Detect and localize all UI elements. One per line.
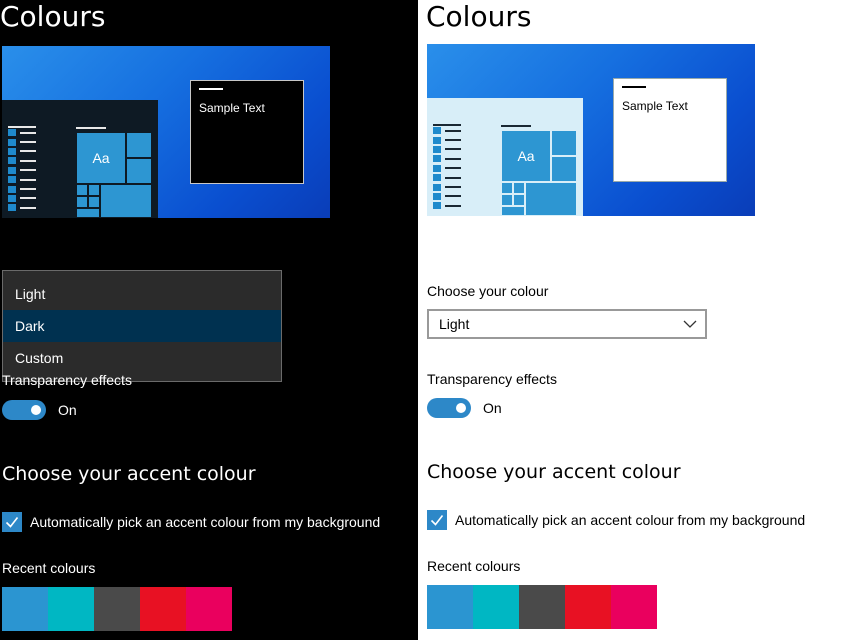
- preview-tile: [551, 156, 577, 182]
- recent-colour-swatch-4[interactable]: [565, 585, 611, 629]
- preview-sample-text: Sample Text: [199, 101, 265, 115]
- preview-tile: [501, 206, 525, 216]
- preview-menu-row: [433, 145, 469, 154]
- preview-tile: [76, 184, 88, 196]
- recent-colour-swatch-3[interactable]: [94, 587, 140, 631]
- transparency-state-label: On: [58, 402, 77, 418]
- preview-tile-aa: Aa: [501, 130, 551, 182]
- preview-menu-row: [433, 173, 469, 182]
- dark-theme-panel: Colours Aa Sample Text Light Dark Custom…: [0, 0, 418, 640]
- recent-colour-swatch-2[interactable]: [473, 585, 519, 629]
- dropdown-option-light[interactable]: Light: [3, 278, 281, 310]
- preview-tile: [88, 184, 100, 196]
- preview-start-menu: Aa: [2, 100, 158, 218]
- preview-sample-window: Sample Text: [613, 78, 727, 182]
- preview-menu-row: [8, 147, 44, 156]
- preview-menu-row: [433, 154, 469, 163]
- preview-tiles-header-line: [501, 125, 531, 127]
- recent-colour-swatch-1[interactable]: [2, 587, 48, 631]
- transparency-label: Transparency effects: [2, 372, 132, 388]
- colour-dropdown-list[interactable]: Light Dark Custom: [2, 270, 282, 382]
- light-theme-panel: Colours Aa Sample Text Choose your colou…: [418, 0, 860, 640]
- recent-colours-label: Recent colours: [2, 560, 96, 576]
- transparency-toggle[interactable]: [427, 398, 471, 418]
- preview-tile: [551, 130, 577, 156]
- preview-tile: [513, 194, 525, 206]
- preview-tiles: Aa: [76, 132, 152, 218]
- auto-accent-checkbox[interactable]: [427, 510, 447, 530]
- preview-menu-row: [8, 128, 44, 137]
- preview-tiles-header-line: [76, 127, 106, 129]
- preview-tile-aa: Aa: [76, 132, 126, 184]
- colour-select[interactable]: Light: [427, 309, 707, 339]
- auto-accent-checkbox[interactable]: [2, 512, 22, 532]
- preview-tile: [525, 182, 577, 216]
- chevron-down-icon: [683, 320, 697, 328]
- preview-tile: [126, 158, 152, 184]
- preview-tile: [501, 182, 513, 194]
- preview-menu-row: [433, 164, 469, 173]
- colour-select-value: Light: [439, 316, 470, 332]
- toggle-knob: [31, 405, 41, 415]
- preview-menu-row: [8, 156, 44, 165]
- recent-colour-swatch-2[interactable]: [48, 587, 94, 631]
- accent-heading: Choose your accent colour: [427, 461, 681, 483]
- transparency-toggle[interactable]: [2, 400, 46, 420]
- recent-colour-swatch-5[interactable]: [611, 585, 657, 629]
- preview-menu-row: [8, 137, 44, 146]
- preview-menu-row: [8, 203, 44, 212]
- recent-colours-label: Recent colours: [427, 558, 521, 574]
- preview-sample-title-line: [622, 86, 646, 88]
- preview-tiles: Aa: [501, 130, 577, 216]
- preview-tile: [513, 182, 525, 194]
- checkmark-icon: [430, 515, 444, 526]
- preview-menu-row: [433, 182, 469, 191]
- page-title: Colours: [426, 0, 532, 33]
- preview-menu-row: [433, 135, 469, 144]
- preview-tile: [76, 208, 100, 218]
- dropdown-option-dark[interactable]: Dark: [3, 310, 281, 342]
- dropdown-option-custom[interactable]: Custom: [3, 342, 281, 374]
- preview-sample-window: Sample Text: [190, 80, 304, 184]
- auto-accent-label[interactable]: Automatically pick an accent colour from…: [455, 512, 805, 528]
- auto-accent-label[interactable]: Automatically pick an accent colour from…: [30, 514, 380, 530]
- preview-tile: [88, 196, 100, 208]
- transparency-label: Transparency effects: [427, 371, 557, 387]
- preview-tile: [100, 184, 152, 218]
- preview-menu-row: [433, 201, 469, 210]
- preview-sample-text: Sample Text: [622, 99, 688, 113]
- recent-colour-swatch-3[interactable]: [519, 585, 565, 629]
- preview-tile: [126, 132, 152, 158]
- checkmark-icon: [5, 517, 19, 528]
- accent-heading: Choose your accent colour: [2, 463, 256, 485]
- recent-colour-swatch-1[interactable]: [427, 585, 473, 629]
- theme-preview: Aa Sample Text: [2, 46, 330, 218]
- preview-menu-row: [8, 184, 44, 193]
- preview-tile: [76, 196, 88, 208]
- page-title: Colours: [0, 0, 106, 33]
- preview-menu-list: [8, 128, 44, 213]
- toggle-knob: [456, 403, 466, 413]
- theme-preview: Aa Sample Text: [427, 44, 755, 216]
- preview-menu-row: [8, 166, 44, 175]
- recent-colour-swatch-5[interactable]: [186, 587, 232, 631]
- preview-menu-row: [8, 175, 44, 184]
- preview-menu-row: [8, 194, 44, 203]
- transparency-state-label: On: [483, 400, 502, 416]
- preview-menu-list: [433, 126, 469, 211]
- preview-sample-title-line: [199, 88, 223, 90]
- preview-menu-row: [433, 192, 469, 201]
- preview-menu-row: [433, 126, 469, 135]
- preview-tile: [501, 194, 513, 206]
- preview-start-menu: Aa: [427, 98, 583, 216]
- choose-colour-label: Choose your colour: [427, 283, 549, 299]
- recent-colour-swatch-4[interactable]: [140, 587, 186, 631]
